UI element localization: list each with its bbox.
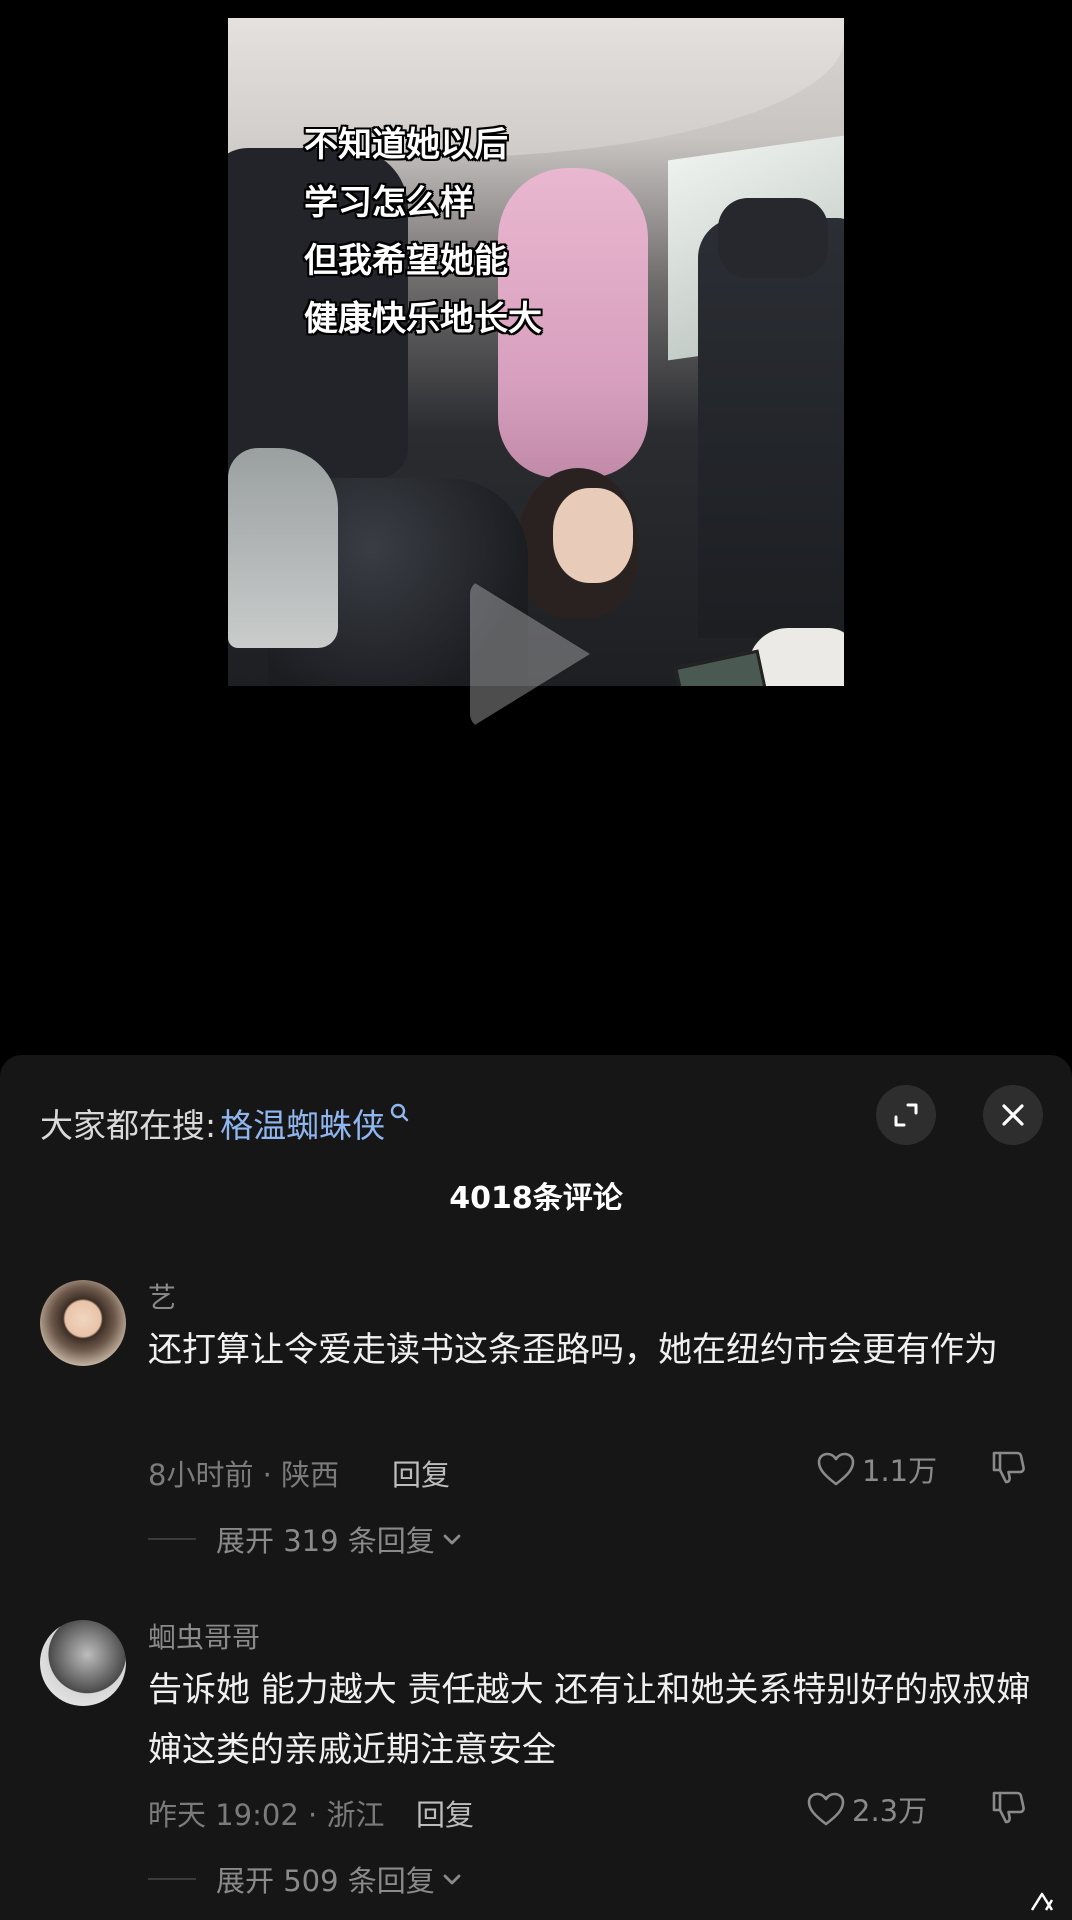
- scene-child-face: [553, 488, 633, 583]
- comment-username[interactable]: 艺: [148, 1276, 176, 1316]
- play-icon[interactable]: [470, 580, 590, 728]
- expand-icon: [894, 1103, 918, 1127]
- comment-meta: 昨天 19:02 · 浙江: [148, 1792, 384, 1834]
- thumbs-down-icon: [992, 1791, 1025, 1824]
- comment-time: 8小时前: [148, 1458, 254, 1492]
- comment-username[interactable]: 蛔虫哥哥: [148, 1616, 260, 1656]
- thumbs-down-icon: [992, 1451, 1025, 1484]
- caption-line: 健康快乐地长大: [304, 299, 542, 339]
- like-count: 1.1万: [862, 1454, 938, 1488]
- watermark-logo: [1030, 1892, 1054, 1911]
- trending-search-term[interactable]: 格温蜘蛛侠: [220, 1099, 385, 1147]
- scene-cloth: [228, 448, 338, 648]
- caption-line: 不知道她以后: [304, 125, 508, 165]
- expand-replies-label: 展开 319 条回复: [216, 1524, 435, 1558]
- page: 不知道她以后 学习怎么样 但我希望她能 健康快乐地长大 大家都在搜: 格温蜘蛛侠: [0, 0, 1072, 1920]
- scene-seat-right: [698, 218, 844, 638]
- comment-panel: 大家都在搜: 格温蜘蛛侠 4018条评论 艺 还打算让令爱走读书这条歪路吗，她在…: [0, 1055, 1072, 1920]
- comment-item: 艺 还打算让令爱走读书这条歪路吗，她在纽约市会更有作为 8小时前 · 陕西 回复…: [0, 1270, 1072, 1600]
- avatar[interactable]: [40, 1620, 126, 1706]
- divider: [148, 1538, 196, 1540]
- reply-button[interactable]: 回复: [392, 1452, 450, 1494]
- comment-meta: 8小时前 · 陕西: [148, 1452, 339, 1494]
- close-button[interactable]: [983, 1085, 1043, 1145]
- dislike-button[interactable]: [990, 1448, 1028, 1490]
- heart-icon: [817, 1452, 855, 1486]
- comment-text: 告诉她 能力越大 责任越大 还有让和她关系特别好的叔叔婶婶这类的亲戚近期注意安全: [148, 1670, 1031, 1770]
- scene-headrest: [718, 198, 828, 278]
- trending-search[interactable]: 大家都在搜: 格温蜘蛛侠: [40, 1093, 411, 1153]
- video-player[interactable]: 不知道她以后 学习怎么样 但我希望她能 健康快乐地长大: [0, 0, 1072, 1055]
- comment-text: 还打算让令爱走读书这条歪路吗，她在纽约市会更有作为: [148, 1330, 998, 1370]
- expand-replies-button[interactable]: 展开 509 条回复: [148, 1858, 463, 1900]
- scene-phone: [674, 649, 768, 686]
- expand-button[interactable]: [876, 1085, 936, 1145]
- caption-line: 学习怎么样: [304, 183, 474, 223]
- reply-button[interactable]: 回复: [416, 1792, 474, 1834]
- video-caption: 不知道她以后 学习怎么样 但我希望她能 健康快乐地长大: [304, 116, 542, 348]
- trending-search-prefix: 大家都在搜:: [40, 1106, 217, 1145]
- search-icon[interactable]: [389, 1098, 411, 1128]
- heart-icon: [807, 1792, 845, 1826]
- divider: [148, 1878, 196, 1880]
- dislike-button[interactable]: [990, 1788, 1028, 1830]
- close-icon: [1002, 1104, 1024, 1126]
- comment-location: 陕西: [281, 1458, 340, 1492]
- like-count: 2.3万: [852, 1794, 928, 1828]
- avatar[interactable]: [40, 1280, 126, 1366]
- comment-location: 浙江: [326, 1798, 385, 1832]
- chevron-down-icon: [443, 1534, 461, 1545]
- comment-time: 昨天 19:02: [148, 1798, 299, 1832]
- comment-count: 4018条评论: [449, 1181, 623, 1216]
- comment-item: 蛔虫哥哥 告诉她 能力越大 责任越大 还有让和她关系特别好的叔叔婶婶这类的亲戚近…: [0, 1610, 1072, 1920]
- expand-replies-button[interactable]: 展开 319 条回复: [148, 1518, 463, 1560]
- like-button[interactable]: 1.1万: [816, 1448, 937, 1490]
- meta-separator: ·: [308, 1798, 327, 1832]
- chevron-down-icon: [443, 1874, 461, 1885]
- like-button[interactable]: 2.3万: [806, 1788, 927, 1830]
- expand-replies-label: 展开 509 条回复: [216, 1864, 435, 1898]
- meta-separator: ·: [262, 1458, 282, 1492]
- caption-line: 但我希望她能: [304, 241, 508, 281]
